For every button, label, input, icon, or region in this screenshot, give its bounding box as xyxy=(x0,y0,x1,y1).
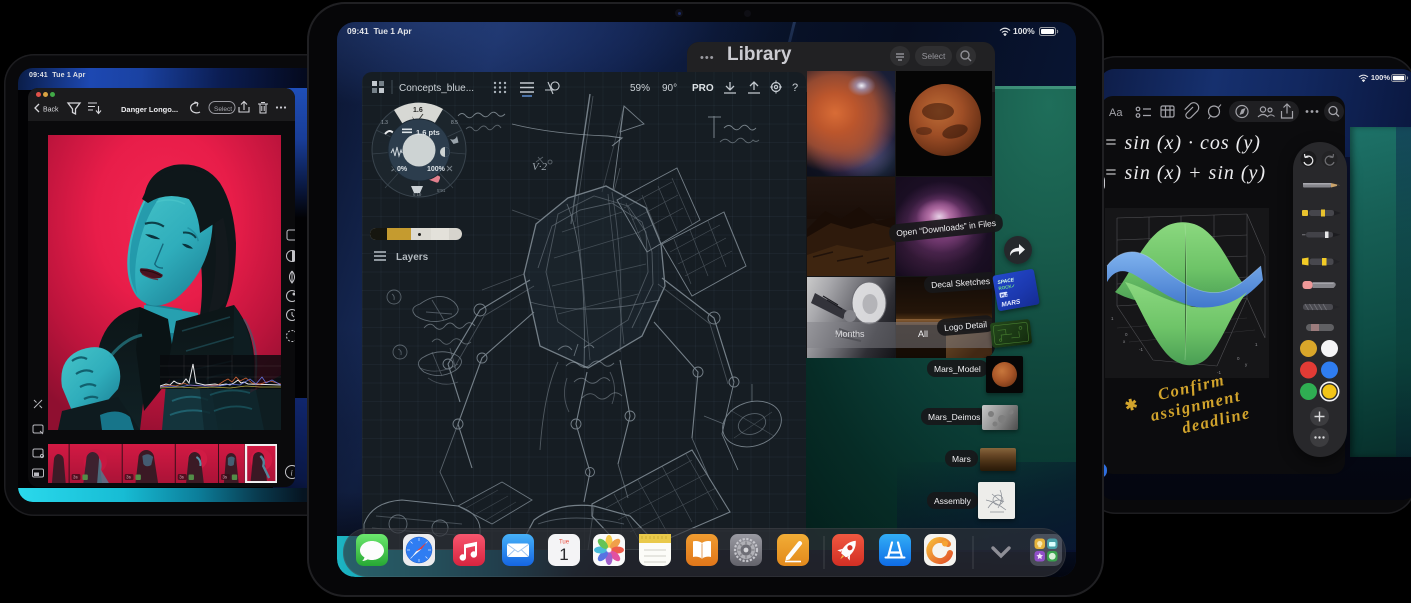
svg-text:-1: -1 xyxy=(1139,347,1143,352)
svg-text:59%: 59% xyxy=(630,83,650,94)
svg-text:1.6 pts: 1.6 pts xyxy=(416,128,440,137)
svg-text:Aa: Aa xyxy=(1109,107,1123,119)
svg-text:5'91: 5'91 xyxy=(437,188,446,193)
svg-text:?: ? xyxy=(792,82,798,94)
svg-text:i: i xyxy=(291,469,293,478)
svg-text:90°: 90° xyxy=(662,83,677,94)
svg-text:1.6: 1.6 xyxy=(413,107,423,114)
svg-text:V·2: V·2 xyxy=(532,161,547,173)
svg-text:MARS: MARS xyxy=(1001,298,1022,308)
svg-text:8.5: 8.5 xyxy=(451,120,458,126)
svg-text:0%: 0% xyxy=(397,166,408,173)
svg-text:1.3: 1.3 xyxy=(381,120,388,126)
svg-text:PRO: PRO xyxy=(692,83,714,94)
svg-text:PLZ: PLZ xyxy=(1000,292,1009,298)
svg-text:Concepts_blue...: Concepts_blue... xyxy=(399,83,474,94)
svg-text:Select: Select xyxy=(214,106,232,113)
svg-text:100%: 100% xyxy=(427,166,446,173)
svg-text:Danger Longo...: Danger Longo... xyxy=(121,105,178,114)
svg-text:Layers: Layers xyxy=(396,252,429,263)
svg-text:Back: Back xyxy=(43,107,59,114)
svg-text:1: 1 xyxy=(559,545,568,564)
svg-text:6'19: 6'19 xyxy=(413,192,422,197)
